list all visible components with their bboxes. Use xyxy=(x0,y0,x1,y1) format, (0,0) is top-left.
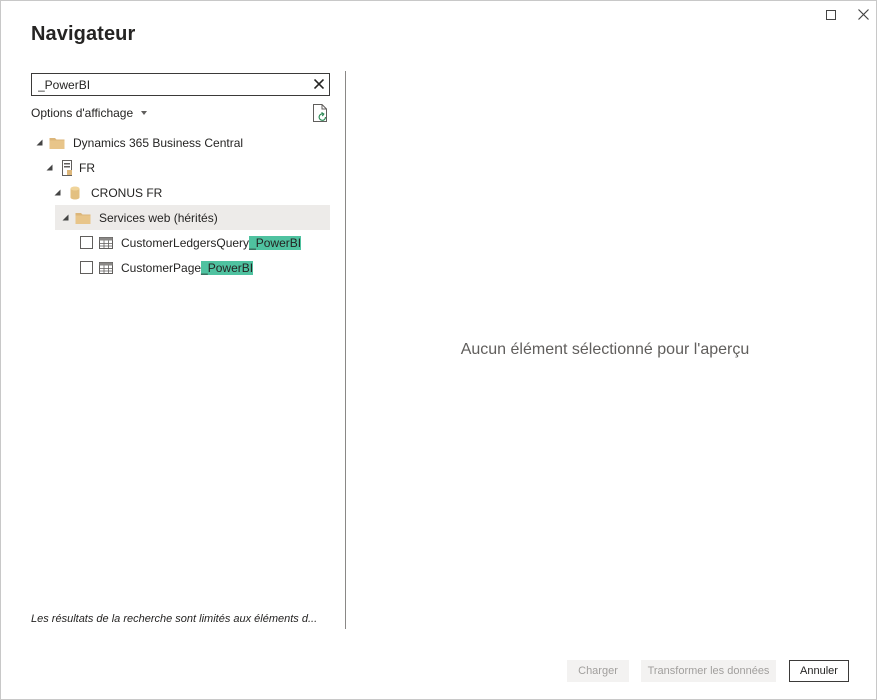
display-options-dropdown[interactable]: Options d'affichage xyxy=(31,105,148,121)
refresh-button[interactable] xyxy=(312,103,330,123)
navigator-dialog: Navigateur Options d'affichage xyxy=(0,0,877,700)
maximize-button[interactable] xyxy=(820,7,842,25)
item-checkbox[interactable] xyxy=(80,236,93,249)
empty-preview-message: Aucun élément sélectionné pour l'aperçu xyxy=(460,341,750,358)
tree-item-customer-ledgers-query[interactable]: CustomerLedgersQuery_PowerBI xyxy=(80,230,330,255)
close-button[interactable] xyxy=(852,7,874,25)
expand-triangle-icon[interactable] xyxy=(61,214,69,222)
tree-item-customer-page[interactable]: CustomerPage_PowerBI xyxy=(80,255,330,280)
clear-search-button[interactable] xyxy=(310,76,327,93)
tree-node-environment[interactable]: FR xyxy=(45,155,330,180)
tree-node-label: FR xyxy=(79,160,95,175)
display-options-label: Options d'affichage xyxy=(31,106,134,120)
expand-triangle-icon[interactable] xyxy=(53,189,61,197)
clear-icon xyxy=(313,76,324,94)
transform-data-button[interactable]: Transformer les données xyxy=(641,660,776,682)
search-input[interactable] xyxy=(32,74,302,95)
refresh-document-icon xyxy=(312,104,330,127)
chevron-down-icon xyxy=(141,111,148,115)
tree-node-company[interactable]: CRONUS FR xyxy=(53,180,330,205)
close-icon xyxy=(857,7,869,25)
folder-icon xyxy=(75,210,91,226)
cancel-button[interactable]: Annuler xyxy=(789,660,849,682)
item-label-prefix: CustomerLedgersQuery xyxy=(121,235,250,250)
search-box[interactable] xyxy=(31,73,330,96)
table-icon xyxy=(98,235,114,251)
maximize-icon xyxy=(826,7,836,25)
dialog-title: Navigateur xyxy=(31,23,136,45)
folder-icon xyxy=(49,135,65,151)
expand-triangle-icon[interactable] xyxy=(35,139,43,147)
item-label-prefix: CustomerPage xyxy=(121,260,202,275)
item-checkbox[interactable] xyxy=(80,261,93,274)
tree-node-label: Dynamics 365 Business Central xyxy=(73,135,244,150)
expand-triangle-icon[interactable] xyxy=(45,164,53,172)
tree-node-label: CRONUS FR xyxy=(91,185,163,200)
tree-node-label: Services web (hérités) xyxy=(99,210,218,225)
load-button[interactable]: Charger xyxy=(567,660,629,682)
search-match-highlight: _PowerBI xyxy=(249,235,302,250)
tree-node-dynamics-365[interactable]: Dynamics 365 Business Central xyxy=(35,130,330,155)
item-label: CustomerPage_PowerBI xyxy=(121,260,254,275)
table-icon xyxy=(98,260,114,276)
search-match-highlight: _PowerBI xyxy=(201,260,254,275)
database-icon xyxy=(67,185,83,201)
tree-node-web-services[interactable]: Services web (hérités) xyxy=(55,205,330,230)
item-label: CustomerLedgersQuery_PowerBI xyxy=(121,235,302,250)
server-icon xyxy=(59,159,75,176)
search-limit-footnote: Les résultats de la recherche sont limit… xyxy=(31,613,318,625)
